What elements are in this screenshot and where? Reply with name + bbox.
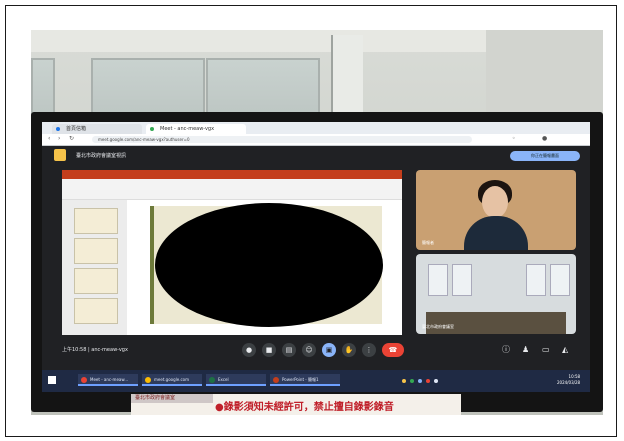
chrome-icon	[81, 377, 87, 383]
taskbar-item[interactable]: Excel	[206, 374, 266, 386]
reload-icon[interactable]: ↻	[69, 136, 75, 142]
url-field[interactable]: meet.google.com/anc-meaw-vgx?authuser=0	[92, 136, 472, 143]
meet-control-bar: 上午10:58 | anc-meaw-vgx ● ■ ▤ ☺ ▣ ✋ ⋮ ☎ ⓘ…	[42, 336, 590, 366]
camera-icon[interactable]: ■	[262, 343, 276, 357]
tray-icon[interactable]	[434, 379, 438, 383]
browser-tab[interactable]: 首頁信箱	[52, 124, 142, 134]
slide-thumbnail	[74, 208, 118, 234]
tab-label: 首頁信箱	[66, 126, 87, 132]
meet-logo-icon	[54, 149, 66, 161]
desk-sign: 臺北市政府會議室 ●錄影須知未經許可，禁止擅自錄影錄音	[131, 394, 461, 415]
back-icon[interactable]: ‹	[48, 136, 54, 142]
windows-start-icon[interactable]	[48, 376, 56, 384]
participant-name: 臺北市政府會議室	[422, 324, 454, 329]
windows-taskbar: Meet - anc-meaw... meet.google.com Excel…	[42, 370, 590, 392]
participant-body	[464, 216, 528, 250]
hang-up-button[interactable]: ☎	[382, 343, 404, 357]
monitor-screen: 首頁信箱 Meet - anc-meaw-vgx ‹ › ↻ meet.goog…	[42, 122, 590, 392]
room-window	[526, 264, 546, 296]
participant-tile-room[interactable]: 臺北市政府會議室	[416, 254, 576, 334]
taskbar-clock[interactable]: 10:58 2024/03/28	[557, 374, 580, 386]
presenting-button[interactable]: 你正在簡報畫面	[510, 151, 580, 161]
tray-icon[interactable]	[426, 379, 430, 383]
gmail-icon	[56, 127, 60, 131]
address-bar: ‹ › ↻ meet.google.com/anc-meaw-vgx?authu…	[42, 134, 590, 146]
powerpoint-icon	[273, 377, 279, 383]
captions-icon[interactable]: ▤	[282, 343, 296, 357]
mic-icon[interactable]: ●	[242, 343, 256, 357]
taskbar-item[interactable]: Meet - anc-meaw...	[78, 374, 138, 386]
tray-icon[interactable]	[410, 379, 414, 383]
slide-thumbnail	[74, 298, 118, 324]
monitor: 首頁信箱 Meet - anc-meaw-vgx ‹ › ↻ meet.goog…	[31, 112, 603, 412]
tray-icon[interactable]	[402, 379, 406, 383]
more-options-icon[interactable]: ⋮	[362, 343, 376, 357]
excel-icon	[209, 377, 215, 383]
info-icon[interactable]: ⓘ	[502, 346, 510, 354]
meeting-time-code: 上午10:58 | anc-meaw-vgx	[62, 347, 128, 353]
taskbar-item-label: PowerPoint - 簡報1	[282, 377, 319, 382]
emoji-icon[interactable]: ☺	[302, 343, 316, 357]
people-icon[interactable]: ♟	[522, 346, 529, 354]
chrome-icon	[145, 377, 151, 383]
sign-text: ●錄影須知未經許可，禁止擅自錄影錄音	[215, 402, 394, 413]
shared-screen	[62, 170, 402, 335]
browser-tab-bar: 首頁信箱 Meet - anc-meaw-vgx	[42, 122, 590, 134]
tab-label: Meet - anc-meaw-vgx	[160, 126, 215, 132]
slide-thumbnails	[62, 200, 127, 335]
powerpoint-ribbon	[62, 179, 402, 200]
taskbar-item-label: meet.google.com	[154, 377, 190, 382]
meet-window: 臺北市政府會議室視訊 你正在簡報畫面 簡報者 臺北市政府會議室 上午10:58 …	[42, 146, 590, 392]
chat-icon[interactable]: ▭	[542, 346, 550, 354]
taskbar-item[interactable]: PowerPoint - 簡報1	[270, 374, 340, 386]
present-icon[interactable]: ▣	[322, 343, 336, 357]
forward-icon[interactable]: ›	[58, 136, 64, 142]
taskbar-item[interactable]: meet.google.com	[142, 374, 202, 386]
clock-date: 2024/03/28	[557, 380, 581, 385]
taskbar-item-label: Excel	[218, 377, 229, 382]
room-window	[428, 264, 448, 296]
redaction-ellipse	[155, 203, 383, 327]
extensions-icon[interactable]: ◦	[512, 136, 518, 142]
sign-tag: 臺北市政府會議室	[131, 394, 213, 403]
tray-icon[interactable]	[418, 379, 422, 383]
profile-icon[interactable]: ●	[542, 136, 548, 142]
participant-tile-presenter[interactable]: 簡報者	[416, 170, 576, 250]
meeting-title: 臺北市政府會議室視訊	[76, 153, 127, 159]
taskbar-item-label: Meet - anc-meaw...	[90, 377, 129, 382]
participant-name: 簡報者	[422, 240, 434, 245]
slide-thumbnail	[74, 268, 118, 294]
browser-tab-active[interactable]: Meet - anc-meaw-vgx	[146, 124, 246, 134]
conference-table	[426, 312, 566, 334]
raise-hand-icon[interactable]: ✋	[342, 343, 356, 357]
photo: 首頁信箱 Meet - anc-meaw-vgx ‹ › ↻ meet.goog…	[31, 30, 603, 415]
powerpoint-titlebar	[62, 170, 402, 179]
room-window	[550, 264, 570, 296]
participant-face	[482, 186, 508, 218]
slide-thumbnail	[74, 238, 118, 264]
activities-icon[interactable]: ◭	[562, 346, 568, 354]
room-window	[452, 264, 472, 296]
meet-icon	[150, 127, 154, 131]
